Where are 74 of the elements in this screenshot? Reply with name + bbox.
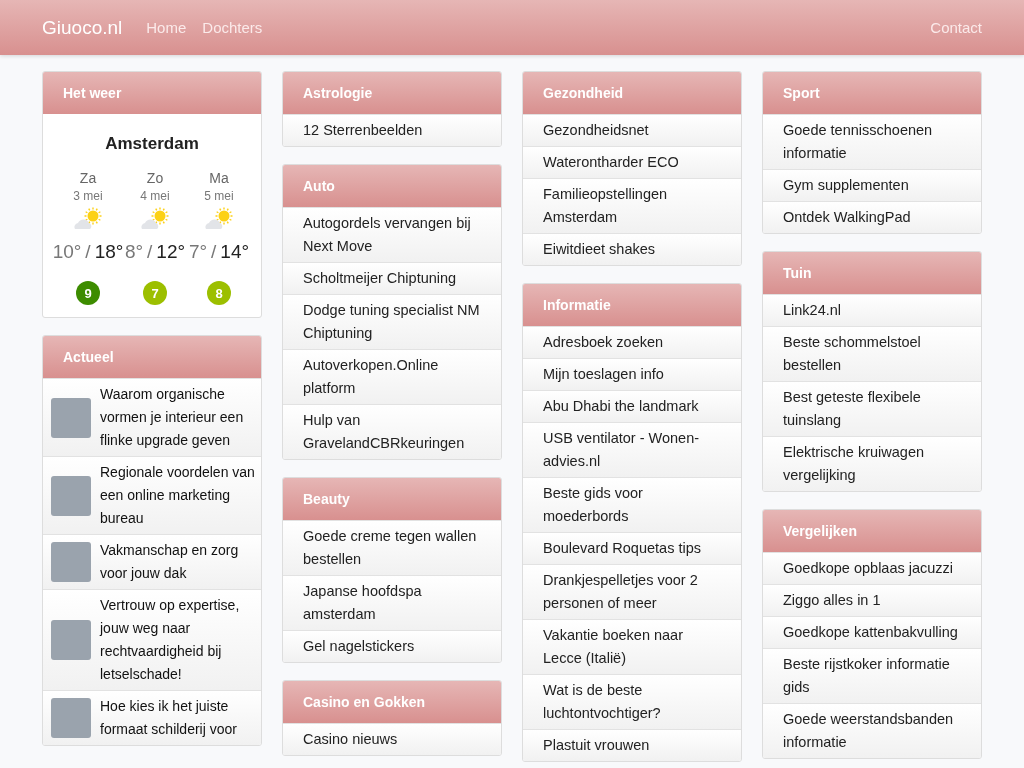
list-link[interactable]: USB ventilator - Wonen-advies.nl bbox=[523, 422, 741, 477]
list-link[interactable]: Link24.nl bbox=[763, 294, 981, 326]
list-link[interactable]: Goedkope kattenbakvulling bbox=[763, 616, 981, 648]
photo-placeholder bbox=[51, 698, 91, 738]
list-link[interactable]: Goede tennisschoenen informatie bbox=[763, 114, 981, 169]
list-link[interactable]: Ziggo alles in 1 bbox=[763, 584, 981, 616]
partly-sunny-icon bbox=[72, 207, 104, 231]
list-link[interactable]: Casino nieuws bbox=[283, 723, 501, 755]
list-link[interactable]: Familieopstellingen Amsterdam bbox=[523, 178, 741, 233]
list-link[interactable]: Scholtmeijer Chiptuning bbox=[283, 262, 501, 294]
card-header: Sport bbox=[763, 72, 981, 114]
weekday-label: Za bbox=[79, 170, 97, 186]
photo-placeholder bbox=[51, 620, 91, 660]
date-label: 3 mei bbox=[73, 189, 103, 203]
low-temperature: 10° bbox=[52, 241, 82, 263]
card-header: Tuin bbox=[763, 252, 981, 294]
list-link[interactable]: Goede weerstandsbanden informatie bbox=[763, 703, 981, 758]
list-link[interactable]: Gym supplementen bbox=[763, 169, 981, 201]
photo-placeholder bbox=[51, 542, 91, 582]
list-link[interactable]: Dodge tuning specialist NM Chiptuning bbox=[283, 294, 501, 349]
low-temperature: 8° bbox=[124, 241, 144, 263]
list-link[interactable]: Autoverkopen.Online platform bbox=[283, 349, 501, 404]
card-header: Auto bbox=[283, 165, 501, 207]
city-name: Amsterdam bbox=[104, 134, 200, 154]
list-link[interactable]: Mijn toeslagen info bbox=[523, 358, 741, 390]
low-temperature: 7° bbox=[188, 241, 208, 263]
list-link[interactable]: Ontdek WalkingPad bbox=[763, 201, 981, 233]
score-badge: 7 bbox=[143, 281, 167, 305]
list-link[interactable]: Eiwitdieet shakes bbox=[523, 233, 741, 265]
list-link[interactable]: Waterontharder ECO bbox=[523, 146, 741, 178]
list-link[interactable]: Goede creme tegen wallen bestellen bbox=[283, 520, 501, 575]
list-link[interactable]: Vakantie boeken naar Lecce (Italië) bbox=[523, 619, 741, 674]
list-link[interactable]: Best geteste flexibele tuinslang bbox=[763, 381, 981, 436]
score-badge: 8 bbox=[207, 281, 231, 305]
photo-placeholder bbox=[51, 475, 91, 516]
date-label: 5 mei bbox=[204, 189, 234, 203]
list-link[interactable]: Adresboek zoeken bbox=[523, 326, 741, 358]
high-temperature: 18° bbox=[94, 241, 124, 263]
list-link[interactable]: Autogordels vervangen bij Next Move bbox=[283, 207, 501, 262]
list-link[interactable]: Boulevard Roquetas tips bbox=[523, 532, 741, 564]
separator-text: / bbox=[211, 241, 217, 263]
high-temperature: 12° bbox=[156, 241, 186, 263]
weekday-label: Zo bbox=[146, 170, 164, 186]
photo-placeholder bbox=[51, 397, 91, 438]
list-link[interactable]: 12 Sterrenbeelden bbox=[283, 114, 501, 146]
card-header: Astrologie bbox=[283, 72, 501, 114]
card-header: Informatie bbox=[523, 284, 741, 326]
partly-sunny-icon bbox=[139, 207, 171, 231]
list-link[interactable]: Hulp van GravelandCBRkeuringen bbox=[283, 404, 501, 459]
card-header: Beauty bbox=[283, 478, 501, 520]
list-link[interactable]: Beste schommelstoel bestellen bbox=[763, 326, 981, 381]
list-link[interactable]: Gel nagelstickers bbox=[283, 630, 501, 662]
list-link[interactable]: Goedkope opblaas jacuzzi bbox=[763, 552, 981, 584]
list-link[interactable]: Japanse hoofdspa amsterdam bbox=[283, 575, 501, 630]
weekday-label: Ma bbox=[209, 170, 229, 186]
date-label: 4 mei bbox=[140, 189, 170, 203]
card-header: Het weer bbox=[43, 72, 261, 114]
list-link[interactable]: Beste rijstkoker informatie gids bbox=[763, 648, 981, 703]
list-link[interactable]: Elektrische kruiwagen vergelijking bbox=[763, 436, 981, 491]
score-badge: 9 bbox=[76, 281, 100, 305]
list-link[interactable]: Beste gids voor moederbords bbox=[523, 477, 741, 532]
card-header: Casino en Gokken bbox=[283, 681, 501, 723]
high-temperature: 14° bbox=[220, 241, 250, 263]
list-link[interactable]: Abu Dhabi the landmark bbox=[523, 390, 741, 422]
separator-text: / bbox=[147, 241, 153, 263]
card-header: Gezondheid bbox=[523, 72, 741, 114]
separator-text: / bbox=[85, 241, 91, 263]
list-link[interactable]: Wat is de beste luchtontvochtiger? bbox=[523, 674, 741, 729]
list-link[interactable]: Drankjespelletjes voor 2 personen of meer bbox=[523, 564, 741, 619]
list-link[interactable]: Plastuit vrouwen bbox=[523, 729, 741, 761]
card-header: Vergelijken bbox=[763, 510, 981, 552]
card-header: Actueel bbox=[43, 336, 261, 378]
list-link[interactable]: Gezondheidsnet bbox=[523, 114, 741, 146]
partly-sunny-icon bbox=[203, 207, 235, 231]
